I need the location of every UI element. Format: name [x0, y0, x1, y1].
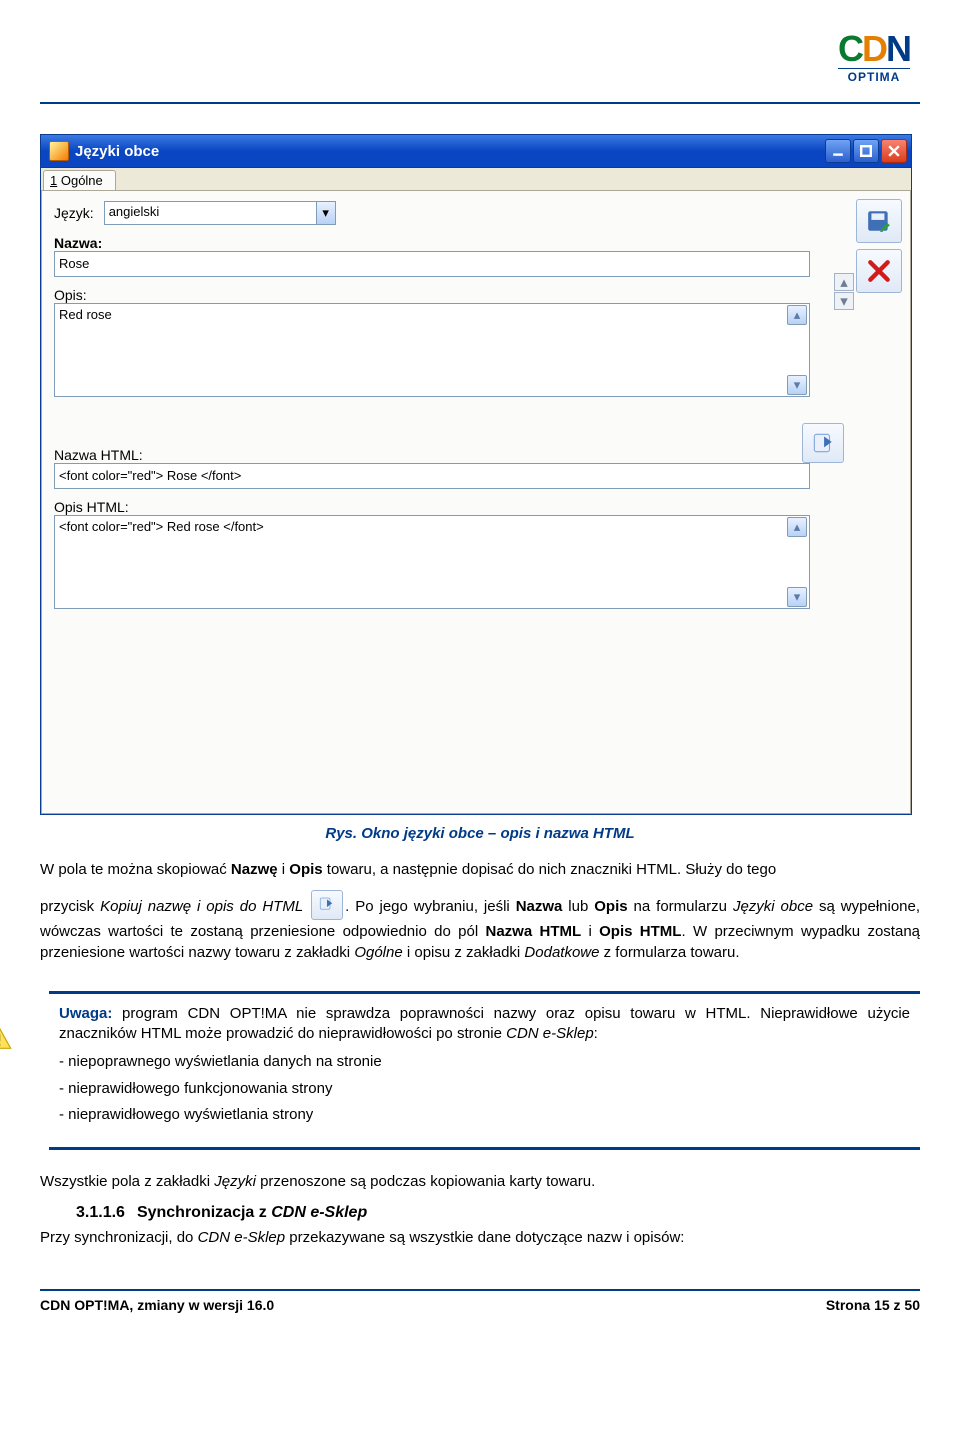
nazwa-field[interactable]: Rose: [54, 251, 810, 277]
label-jezyk: Język:: [54, 205, 94, 221]
spin-down[interactable]: ▾: [834, 292, 854, 310]
paragraph-2: przycisk Kopiuj nazwę i opis do HTML . P…: [40, 892, 920, 963]
label-nazwa-html: Nazwa HTML:: [54, 447, 143, 463]
tab-ogolne[interactable]: 1 Ogólne: [43, 170, 116, 190]
logo: CDN OPTIMA: [838, 32, 910, 84]
scroll-up-icon[interactable]: ▴: [787, 305, 807, 325]
window-title: Języki obce: [75, 143, 159, 160]
scroll-down-icon[interactable]: ▾: [787, 375, 807, 395]
minimize-button[interactable]: [825, 139, 851, 163]
paragraph-3: Wszystkie pola z zakładki Języki przenos…: [40, 1172, 920, 1192]
logo-subtitle: OPTIMA: [838, 68, 910, 84]
opis-field[interactable]: Red rose ▴ ▾: [54, 303, 810, 397]
xp-window: Języki obce 1 Ogólne ▴ ▾ Jęz: [40, 134, 912, 815]
warning-box: Uwaga: program CDN OPT!MA nie sprawdza p…: [49, 991, 920, 1150]
page-footer: CDN OPT!MA, zmiany w wersji 16.0 Strona …: [40, 1289, 920, 1313]
header: CDN OPTIMA: [40, 24, 920, 102]
footer-left: CDN OPT!MA, zmiany w wersji 16.0: [40, 1297, 274, 1313]
scroll-down-icon-2[interactable]: ▾: [787, 587, 807, 607]
list-item: - nieprawidłowego wyświetlania strony: [59, 1105, 910, 1125]
paragraph-4: Przy synchronizacji, do CDN e-Sklep prze…: [40, 1228, 920, 1248]
list-item: - niepoprawnego wyświetlania danych na s…: [59, 1052, 910, 1072]
copy-icon: [311, 890, 343, 920]
window-icon: [49, 141, 69, 161]
label-nazwa: Nazwa:: [54, 235, 902, 251]
heading-3116: 3.1.1.6Synchronizacja z CDN e-Sklep: [76, 1204, 920, 1222]
maximize-button[interactable]: [853, 139, 879, 163]
figure-caption: Rys. Okno języki obce – opis i nazwa HTM…: [40, 825, 920, 842]
copy-to-html-button[interactable]: [802, 423, 844, 463]
titlebar: Języki obce: [41, 135, 911, 168]
opis-html-field[interactable]: <font color="red"> Red rose </font> ▴ ▾: [54, 515, 810, 609]
list-item: - nieprawidłowego funkcjonowania strony: [59, 1079, 910, 1099]
language-combo[interactable]: angielski ▾: [104, 201, 336, 225]
scroll-up-icon-2[interactable]: ▴: [787, 517, 807, 537]
language-value: angielski: [105, 202, 316, 224]
chevron-down-icon[interactable]: ▾: [316, 202, 335, 224]
spin-up[interactable]: ▴: [834, 273, 854, 291]
warning-icon: [0, 1025, 13, 1053]
footer-right: Strona 15 z 50: [826, 1297, 920, 1313]
header-rule: [40, 102, 920, 104]
save-button[interactable]: [856, 199, 902, 243]
label-opis-html: Opis HTML:: [54, 499, 902, 515]
nazwa-html-field[interactable]: <font color="red"> Rose </font>: [54, 463, 810, 489]
close-button[interactable]: [881, 139, 907, 163]
paragraph-1: W pola te można skopiować Nazwę i Opis t…: [40, 860, 920, 880]
cancel-button[interactable]: [856, 249, 902, 293]
label-opis: Opis:: [54, 287, 902, 303]
